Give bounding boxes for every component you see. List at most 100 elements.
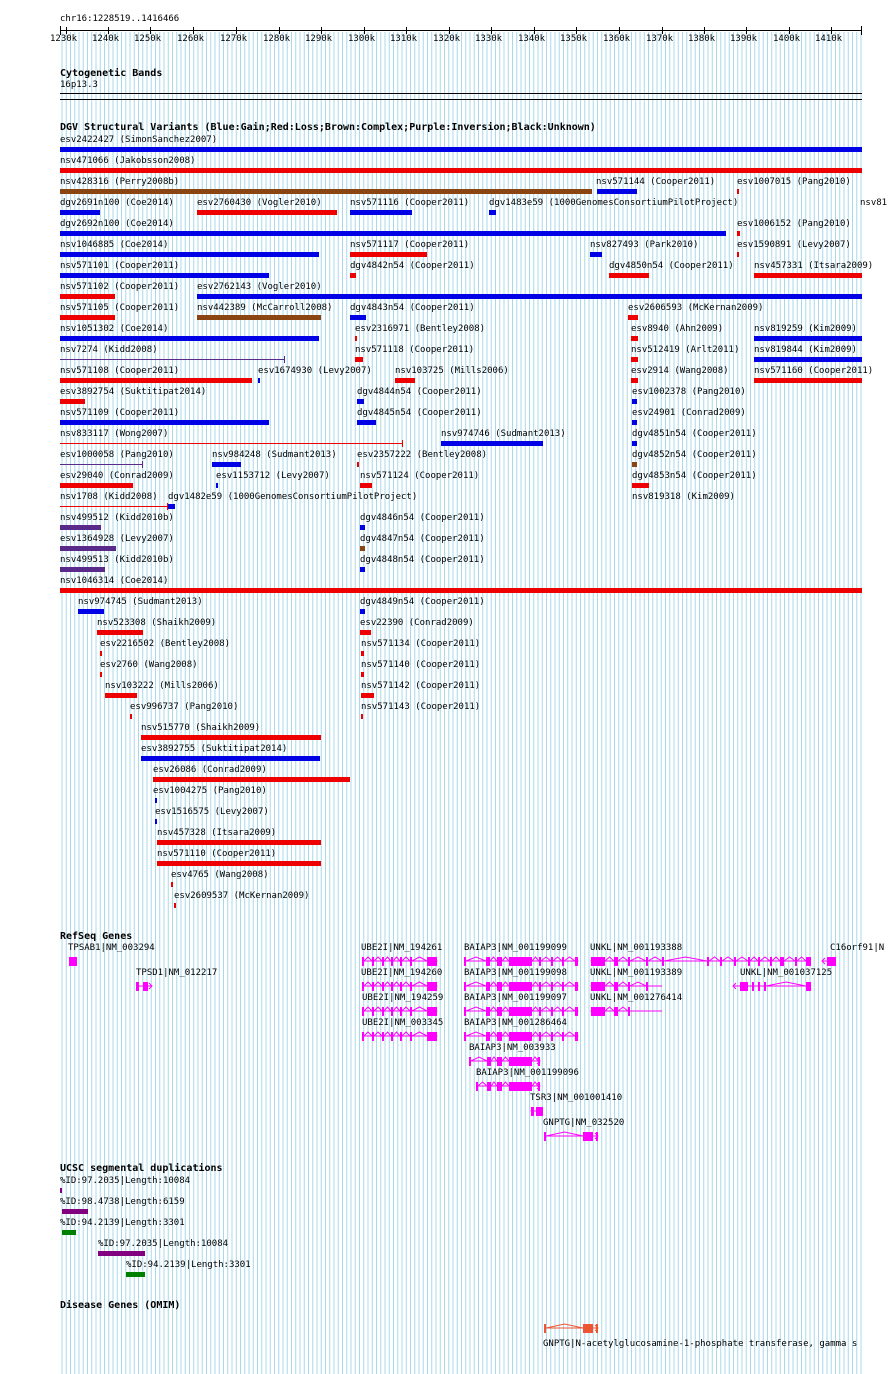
refseq-gene-exon[interactable] [382,1032,384,1041]
refseq-gene-exon[interactable] [509,982,532,991]
dgv-variant-bar[interactable] [357,399,364,404]
dgv-variant-bar[interactable] [60,567,105,572]
dgv-variant-bar[interactable] [60,336,319,341]
dgv-variant-bar[interactable] [60,273,269,278]
dgv-variant-bar[interactable] [60,483,133,488]
refseq-gene-exon[interactable] [806,957,811,966]
dgv-variant-bar[interactable] [632,399,637,404]
refseq-gene-exon[interactable] [539,1007,541,1016]
refseq-gene-exon[interactable] [410,1007,412,1016]
dgv-variant-bar[interactable] [361,693,374,698]
refseq-gene-exon[interactable] [362,1032,364,1041]
refseq-gene-exon[interactable] [372,982,374,991]
dgv-variant-bar[interactable] [174,903,176,908]
refseq-gene-exon[interactable] [539,982,541,991]
refseq-gene-exon[interactable] [509,957,532,966]
dgv-variant-bar[interactable] [632,420,637,425]
dgv-variant-bar[interactable] [754,273,862,278]
dgv-variant-bar[interactable] [361,651,364,656]
dgv-variant-bar[interactable] [60,546,116,551]
refseq-gene-exon[interactable] [770,957,772,966]
refseq-gene-exon[interactable] [562,1007,564,1016]
refseq-gene-exon[interactable] [646,957,648,966]
dgv-variant-bar[interactable] [100,672,102,677]
dgv-variant-bar[interactable] [60,294,115,299]
refseq-gene-exon[interactable] [382,982,384,991]
refseq-gene-exon[interactable] [362,957,364,966]
dgv-variant-bar[interactable] [60,420,269,425]
dgv-variant-bar[interactable] [350,315,366,320]
refseq-gene-exon[interactable] [362,1007,364,1016]
refseq-gene-exon[interactable] [143,982,148,991]
refseq-gene-exon[interactable] [464,1007,466,1016]
refseq-gene-exon[interactable] [539,957,541,966]
refseq-gene-exon[interactable] [372,1032,374,1041]
refseq-gene-exon[interactable] [536,1107,543,1116]
dgv-variant-bar[interactable] [631,357,638,362]
refseq-gene-exon[interactable] [614,982,618,991]
dgv-variant-bar[interactable] [153,777,350,782]
dgv-variant-bar[interactable] [197,210,337,215]
refseq-gene-exon[interactable] [391,957,393,966]
dgv-variant-bar[interactable] [105,693,137,698]
refseq-gene-exon[interactable] [487,1057,491,1066]
refseq-gene-exon[interactable] [391,982,393,991]
dgv-variant-bar[interactable] [60,588,862,593]
refseq-gene-exon[interactable] [562,957,564,966]
dgv-variant-bar[interactable] [360,483,372,488]
refseq-gene-exon[interactable] [136,982,139,991]
dgv-variant-bar[interactable] [60,189,592,194]
refseq-gene-exon[interactable] [758,982,760,991]
dgv-variant-bar[interactable] [60,210,100,215]
refseq-gene-exon[interactable] [752,982,754,991]
dgv-variant-bar[interactable] [754,378,862,383]
refseq-gene-exon[interactable] [614,957,618,966]
refseq-gene-exon[interactable] [427,1032,437,1041]
dgv-variant-bar[interactable] [60,147,862,152]
dgv-variant-bar[interactable] [60,378,252,383]
segdup-bar[interactable] [126,1272,145,1277]
refseq-gene-exon[interactable] [539,1032,541,1041]
refseq-gene-exon[interactable] [400,982,402,991]
dgv-variant-bar[interactable] [157,861,321,866]
refseq-gene-exon[interactable] [382,957,384,966]
refseq-gene-exon[interactable] [486,982,490,991]
dgv-variant-bar[interactable] [361,714,363,719]
refseq-gene-exon[interactable] [497,1082,502,1091]
refseq-gene-exon[interactable] [646,982,648,991]
refseq-gene-exon[interactable] [69,957,77,966]
refseq-gene-exon[interactable] [551,1032,553,1041]
refseq-gene-exon[interactable] [628,1007,630,1016]
dgv-variant-bar[interactable] [632,483,649,488]
refseq-gene-exon[interactable] [662,957,664,966]
refseq-gene-exon[interactable] [748,957,750,966]
refseq-gene-exon[interactable] [427,1007,437,1016]
refseq-gene-exon[interactable] [740,982,748,991]
dgv-variant-bar[interactable] [632,441,637,446]
dgv-variant-bar[interactable] [609,273,649,278]
dgv-variant-bar[interactable] [216,483,218,488]
refseq-gene-exon[interactable] [400,1032,402,1041]
dgv-variant-bar[interactable] [60,315,115,320]
refseq-gene-exon[interactable] [497,982,502,991]
omim-gene-exon[interactable] [544,1324,546,1333]
dgv-variant-bar[interactable] [631,378,638,383]
dgv-variant-bar[interactable] [737,252,739,257]
dgv-variant-bar[interactable] [754,357,862,362]
dgv-variant-bar[interactable] [60,399,85,404]
refseq-gene-exon[interactable] [410,1032,412,1041]
segdup-bar[interactable] [62,1230,76,1235]
dgv-variant-bar[interactable] [361,672,364,677]
refseq-gene-exon[interactable] [410,957,412,966]
refseq-gene-exon[interactable] [764,982,766,991]
dgv-variant-bar[interactable] [350,210,412,215]
dgv-variant-bar[interactable] [355,357,363,362]
dgv-variant-bar[interactable] [360,546,365,551]
dgv-variant-bar[interactable] [631,336,638,341]
refseq-gene-exon[interactable] [544,1132,546,1141]
dgv-variant-bar[interactable] [155,798,157,803]
dgv-variant-bar[interactable] [141,735,321,740]
dgv-variant-bar[interactable] [97,630,143,635]
refseq-gene-exon[interactable] [372,1007,374,1016]
refseq-gene-exon[interactable] [509,1032,532,1041]
